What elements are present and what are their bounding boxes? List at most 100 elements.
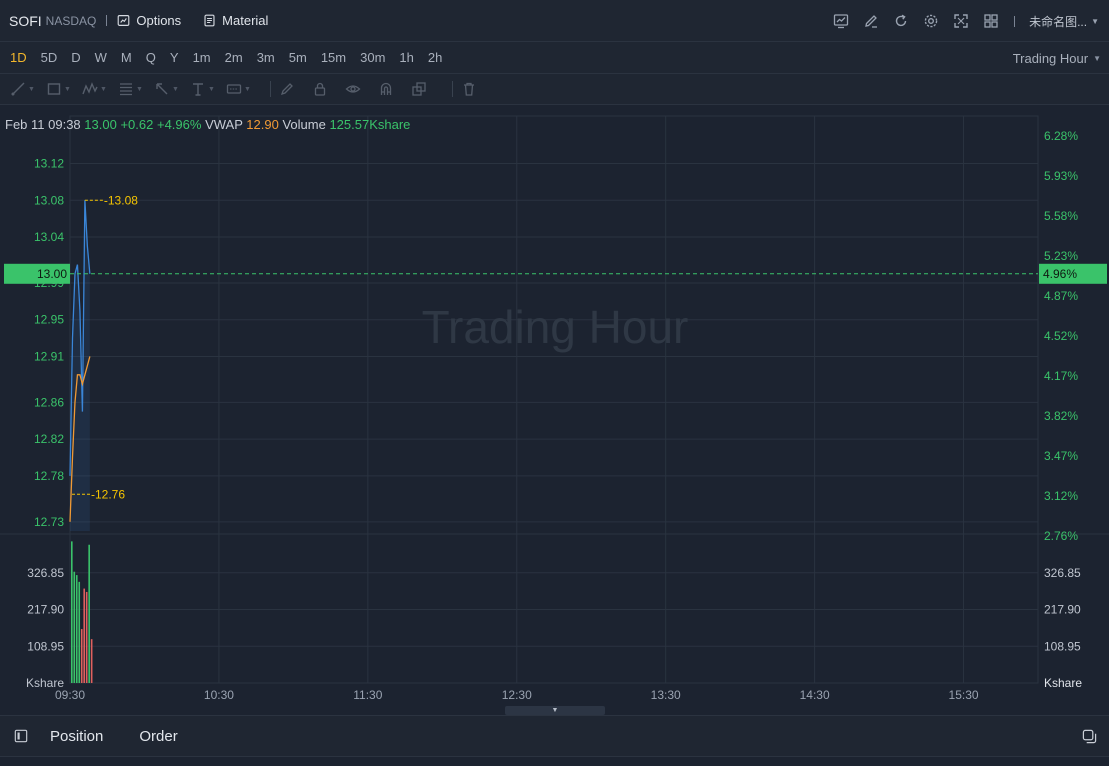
volume-unit-label-left: Kshare (26, 676, 64, 690)
period-1h[interactable]: 1h (392, 50, 420, 65)
rectangle-tool[interactable]: ▼ (46, 74, 82, 105)
visibility-tool[interactable] (345, 74, 378, 105)
symbol-label[interactable]: SOFI (9, 13, 42, 29)
material-button[interactable]: Material (203, 13, 268, 28)
arrow-icon (156, 83, 168, 95)
session-label: Trading Hour (1012, 50, 1089, 66)
period-30m[interactable]: 30m (353, 50, 392, 65)
watermark-text: Trading Hour (422, 301, 689, 353)
magnet-tool[interactable] (378, 74, 411, 105)
pct-tick-label: 5.23% (1044, 249, 1078, 263)
volume-tick-label-right: 108.95 (1044, 639, 1081, 653)
volume-bar (90, 639, 93, 683)
high-marker-label: -13.08 (104, 193, 138, 207)
grid-layout-icon[interactable] (982, 12, 1000, 30)
quote-change-pct: +4.96% (156, 117, 202, 132)
price-tick-label: 12.91 (34, 349, 64, 363)
volume-bar (73, 571, 76, 683)
period-3m[interactable]: 3m (250, 50, 282, 65)
pct-tick-label: 4.87% (1044, 289, 1078, 303)
quote-price: 13.00 (84, 117, 117, 132)
period-y[interactable]: Y (163, 50, 186, 65)
price-chart[interactable]: 09:30 10:30 11:30 12:30 13:30 14:30 15:30 13.12… (0, 106, 1109, 710)
options-label: Options (136, 13, 182, 28)
layout-selector[interactable]: 未命名图... ▼ (1029, 13, 1099, 30)
delete-tool[interactable] (461, 74, 494, 105)
layout-name-label: 未命名图... (1029, 14, 1088, 29)
fibonacci-tool[interactable]: ▼ (118, 74, 154, 105)
pattern-icon (82, 82, 98, 95)
clone-tool[interactable] (411, 74, 444, 105)
pct-tick-label: 4.17% (1044, 369, 1078, 383)
period-5m[interactable]: 5m (282, 50, 314, 65)
fullscreen-icon[interactable] (952, 12, 970, 30)
bottom-panel-bar: Position Order (0, 715, 1109, 757)
pct-tick-label: 5.93% (1044, 169, 1078, 183)
price-tick-label: 12.73 (34, 515, 64, 529)
popout-icon[interactable] (1082, 729, 1097, 744)
sidebar-toggle-icon[interactable] (14, 729, 28, 743)
vwap-label: VWAP (205, 117, 243, 132)
period-bar: 1D 5D D W M Q Y 1m 2m 3m 5m 15m 30m 1h 2… (0, 42, 1109, 74)
arrow-tool[interactable]: ▼ (154, 74, 190, 105)
header-tools: 未命名图... ▼ (832, 0, 1099, 42)
volume-unit-label-right: Kshare (1044, 676, 1082, 690)
period-2h[interactable]: 2h (421, 50, 449, 65)
period-w[interactable]: W (88, 50, 114, 65)
options-button[interactable]: Options (117, 13, 181, 28)
tab-order[interactable]: Order (139, 728, 177, 745)
period-1m[interactable]: 1m (186, 50, 218, 65)
period-5d[interactable]: 5D (34, 50, 65, 65)
price-tick-label: 12.86 (34, 395, 64, 409)
eye-icon (345, 85, 361, 93)
price-tick-label: 13.08 (34, 193, 64, 207)
toolbar-divider (452, 81, 453, 97)
x-tick-label: 14:30 (800, 688, 830, 702)
volume-bar (75, 575, 78, 683)
period-q[interactable]: Q (139, 50, 163, 65)
volume-tick-label-left: 108.95 (27, 639, 64, 653)
pct-tick-label: 3.12% (1044, 489, 1078, 503)
volume-bar (83, 588, 86, 683)
volume-label: Volume (282, 117, 326, 132)
settings-icon[interactable] (922, 12, 940, 30)
period-1d[interactable]: 1D (3, 50, 34, 65)
vwap-value: 12.90 (246, 117, 279, 132)
refresh-icon[interactable] (892, 12, 910, 30)
current-price-tag-label: 13.00 (37, 267, 67, 281)
header-divider-right (1014, 15, 1016, 27)
x-tick-label: 10:30 (204, 688, 234, 702)
trendline-tool[interactable]: ▼ (10, 74, 46, 105)
measure-tool[interactable]: ▼ (226, 74, 262, 105)
measure-icon (226, 84, 242, 94)
volume-bar (85, 591, 88, 683)
volume-bar (71, 541, 73, 683)
session-selector[interactable]: Trading Hour ▼ (1013, 42, 1101, 74)
quote-info-line: Feb 11 09:38 13.00 +0.62 +4.96% VWAP 12.… (5, 117, 410, 132)
drawing-toolbar: ▼ ▼ ▼ ▼ ▼ ▼ ▼ (0, 74, 1109, 105)
trendline-icon (11, 82, 25, 96)
pct-tick-label: 5.58% (1044, 209, 1078, 223)
period-2m[interactable]: 2m (218, 50, 250, 65)
low-marker-label: -12.76 (91, 487, 125, 501)
chart-style-icon[interactable] (832, 12, 850, 30)
brush-tool[interactable] (279, 74, 312, 105)
text-tool[interactable]: ▼ (190, 74, 226, 105)
period-15m[interactable]: 15m (314, 50, 353, 65)
period-m[interactable]: M (114, 50, 139, 65)
lock-tool[interactable] (312, 74, 345, 105)
panel-collapse-handle[interactable]: ▼ (505, 706, 605, 715)
chart-area[interactable]: 09:30 10:30 11:30 12:30 13:30 14:30 15:30 13.12… (0, 106, 1109, 710)
caret-down-icon: ▼ (1093, 53, 1101, 63)
material-label: Material (222, 13, 269, 28)
price-tick-label: 12.82 (34, 432, 64, 446)
quote-date: Feb 11 09:38 (5, 117, 81, 132)
pencil-icon[interactable] (862, 12, 880, 30)
pattern-tool[interactable]: ▼ (82, 74, 118, 105)
quote-change: +0.62 (120, 117, 154, 132)
tab-position[interactable]: Position (50, 728, 103, 745)
period-d[interactable]: D (64, 50, 87, 65)
magnet-icon (380, 82, 392, 95)
plot-frame (69, 115, 1039, 684)
x-tick-label: 15:30 (949, 688, 979, 702)
